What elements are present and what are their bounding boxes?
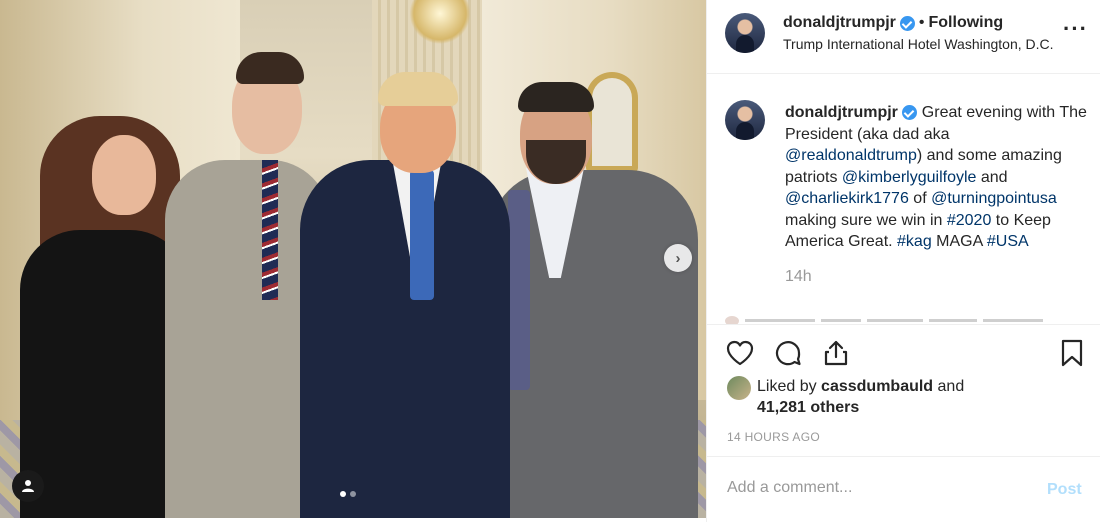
hashtag-link[interactable]: #kag [897, 233, 932, 250]
post-actions-bar [707, 324, 1100, 384]
caption-segment: and [976, 168, 1008, 186]
post-comment-button[interactable]: Post [1047, 481, 1082, 499]
more-options-icon[interactable]: ··· [1063, 18, 1088, 40]
share-icon[interactable] [821, 338, 851, 368]
verified-badge-icon [899, 15, 915, 31]
carousel-next-button[interactable]: › [664, 244, 692, 272]
separator: • [918, 14, 925, 31]
post-author-row: donaldjtrumpjr • Following [783, 14, 1003, 32]
carousel-dot-active [340, 491, 346, 497]
post-header: donaldjtrumpjr • Following Trump Interna… [707, 0, 1100, 74]
mention-link[interactable]: @realdonaldtrump [785, 147, 917, 164]
caption-segment: of [908, 190, 932, 207]
hashtag-link[interactable]: #2020 [947, 212, 992, 229]
likes-and: and [933, 378, 965, 395]
post-photo[interactable]: › [0, 0, 706, 518]
carousel-indicator [340, 491, 356, 497]
comment-form: Post [707, 456, 1100, 522]
photo-mirror [586, 72, 638, 172]
faded-comment-row [725, 312, 1095, 324]
bookmark-icon[interactable] [1057, 338, 1087, 368]
author-username[interactable]: donaldjtrumpjr [783, 14, 896, 32]
post-details-panel: donaldjtrumpjr • Following Trump Interna… [706, 0, 1100, 522]
likes-count[interactable]: 41,281 others [757, 399, 859, 416]
avatar[interactable] [725, 100, 765, 140]
mention-link[interactable]: @turningpointusa [931, 190, 1057, 207]
caption-text: donaldjtrumpjr Great evening with The Pr… [785, 102, 1089, 253]
caption-segment: making sure we win in [785, 211, 947, 229]
chevron-right-icon: › [675, 249, 681, 267]
caption-time[interactable]: 14h [785, 268, 812, 286]
mention-link[interactable]: @kimberlyguilfoyle [842, 169, 977, 186]
post-timestamp[interactable]: 14 HOURS AGO [727, 430, 820, 444]
comment-icon[interactable] [773, 338, 803, 368]
likes-prefix: Liked by [757, 378, 822, 395]
verified-badge-icon [902, 105, 918, 121]
liker-username[interactable]: cassdumbauld [821, 378, 933, 395]
following-button[interactable]: Following [929, 14, 1004, 32]
liker-avatar[interactable] [727, 376, 751, 400]
hashtag-link[interactable]: #USA [987, 233, 1029, 250]
caption-segment: MAGA [931, 233, 987, 250]
carousel-dot [350, 491, 356, 497]
caption-username[interactable]: donaldjtrumpjr [785, 104, 898, 121]
post-location[interactable]: Trump International Hotel Washington, D.… [783, 36, 1054, 52]
likes-summary: Liked by cassdumbauld and 41,281 others [727, 376, 964, 418]
avatar[interactable] [725, 13, 765, 53]
tagged-users-button[interactable] [12, 470, 44, 502]
comment-input[interactable] [727, 479, 1027, 497]
likes-text: Liked by cassdumbauld and 41,281 others [757, 376, 964, 418]
heart-icon[interactable] [725, 338, 755, 368]
mention-link[interactable]: @charliekirk1776 [785, 190, 909, 207]
user-icon [22, 480, 34, 492]
